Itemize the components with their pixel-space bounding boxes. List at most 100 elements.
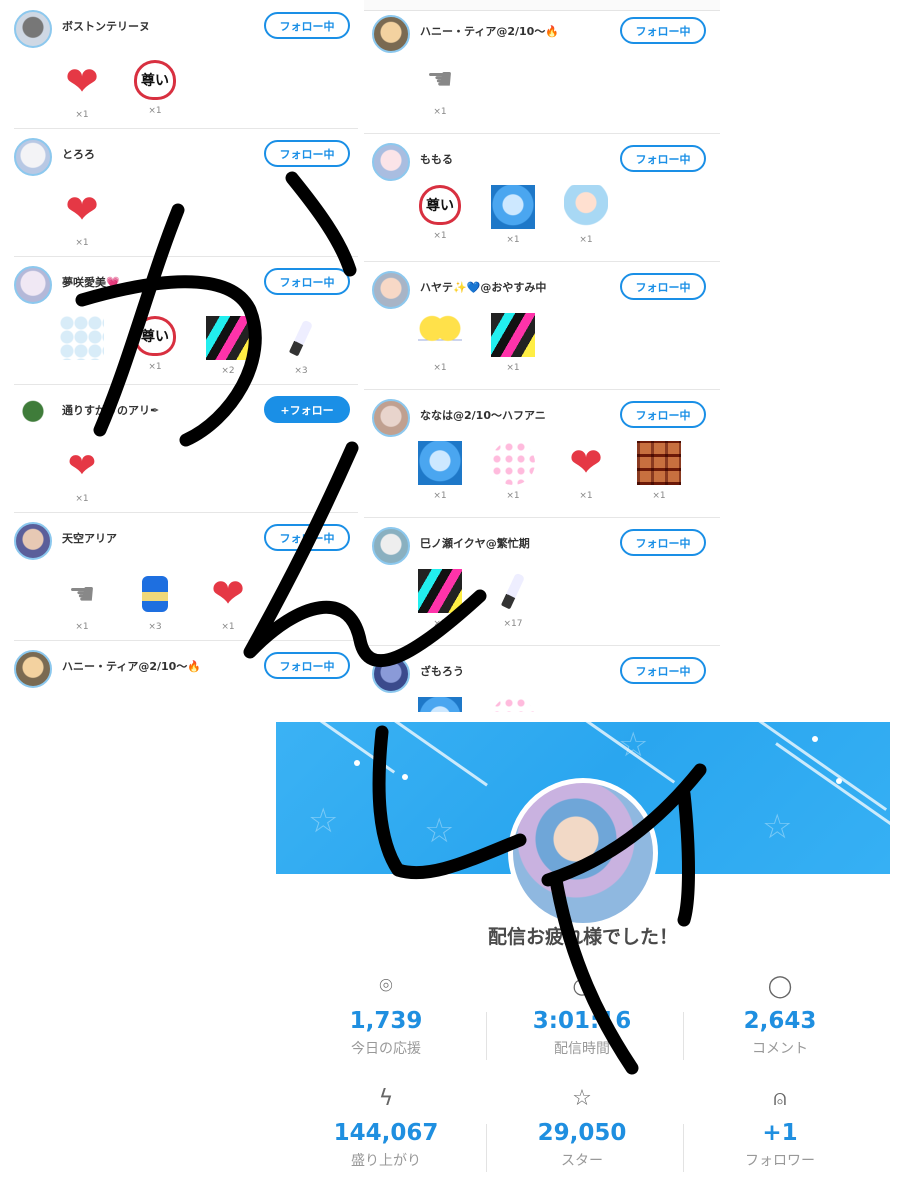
stat-label: 盛り上がり [351, 1153, 421, 1169]
gift-count: ×1 [221, 622, 235, 632]
gift-count: ×1 [506, 363, 520, 373]
gift-count: ×1 [433, 363, 447, 373]
user-avatar[interactable] [14, 522, 52, 560]
stat-divider [486, 1124, 487, 1172]
gift-count: ×3 [294, 366, 308, 376]
user-avatar[interactable] [372, 399, 410, 437]
gift-item: ×3 [131, 572, 179, 632]
gift-item: 尊い ×1 [416, 185, 464, 241]
user-row: ハニー・ティア@2/10〜🔥 フォロー中 [14, 640, 358, 700]
gift-count: ×1 [433, 619, 447, 629]
glitter-gift-icon [491, 697, 535, 712]
following-button[interactable]: フォロー中 [620, 17, 706, 44]
user-avatar[interactable] [14, 266, 52, 304]
lightstick-gift-icon [279, 316, 323, 360]
user-avatar[interactable] [372, 271, 410, 309]
following-button[interactable]: フォロー中 [620, 145, 706, 172]
star-icon: ☆ [572, 1086, 592, 1111]
user-avatar[interactable] [14, 138, 52, 176]
user-name[interactable]: 通りすがりのアリ✒ [62, 402, 159, 418]
following-button[interactable]: フォロー中 [264, 524, 350, 551]
heart-cat-gift-icon: ❤ [65, 59, 99, 105]
stat-label: フォロワー [745, 1153, 815, 1169]
user-name[interactable]: 天空アリア [62, 530, 117, 546]
user-avatar[interactable] [14, 650, 52, 688]
stat-value: 2,643 [743, 1008, 817, 1034]
chara-gift-icon [564, 185, 608, 229]
ring-gift-icon [133, 572, 177, 616]
gift-item: ×1 [416, 569, 464, 629]
lightning-icon: ϟ [378, 1086, 394, 1111]
following-button[interactable]: フォロー中 [620, 401, 706, 428]
following-button[interactable]: フォロー中 [264, 268, 350, 295]
gift-item: ×1 [416, 313, 464, 373]
gift-item: 尊い ×1 [131, 60, 179, 116]
user-name[interactable]: ざもろう [420, 663, 464, 679]
gift-item: ×17 [489, 569, 537, 629]
user-avatar[interactable] [372, 15, 410, 53]
gift-count: ×1 [506, 491, 520, 501]
user-row: 巳ノ瀬イクヤ@繁忙期 フォロー中 ×1 ×17 [364, 517, 720, 646]
user-avatar[interactable] [14, 10, 52, 48]
stat-divider [683, 1124, 684, 1172]
user-name[interactable]: ハニー・ティア@2/10〜🔥 [62, 658, 201, 674]
petals-gift-icon [60, 316, 104, 360]
user-avatar[interactable] [372, 655, 410, 693]
user-name[interactable]: ななは@2/10〜ハフアニ [420, 407, 546, 423]
gift-item: ×1 [562, 185, 610, 245]
gift-count: ×17 [503, 619, 523, 629]
user-name[interactable]: ハヤテ✨💙@おやすみ中 [420, 279, 546, 295]
gift-item: ×1 [416, 441, 464, 501]
heart-cat-gift-icon: ❤ [569, 440, 603, 486]
gift-item: ❤ ×1 [58, 188, 106, 248]
stat-label: 配信時間 [554, 1041, 610, 1057]
toutoi-gift-icon: 尊い [134, 60, 176, 100]
gift-count: ×1 [75, 238, 89, 248]
stream-finished-message: 配信お疲れ様でした！ [487, 926, 678, 948]
flame-icon: ⌾ [379, 974, 393, 999]
user-name[interactable]: とろろ [62, 146, 95, 162]
gift-item: ❤ ×1 [58, 444, 106, 504]
stat-lightning: ϟ 144,067 盛り上がり [296, 1084, 476, 1170]
comment-icon: ◯ [767, 974, 793, 999]
following-button[interactable]: フォロー中 [264, 12, 350, 39]
gift-count: ×1 [579, 235, 593, 245]
daisuki-gift-icon: ❤ [67, 446, 97, 486]
following-button[interactable]: フォロー中 [264, 652, 350, 679]
right-gift-list-panel: ハニー・ティア@2/10〜🔥 フォロー中 ☚ ×1 ももる フォロー中 尊い ×1 ×1 ×1 ハヤ… [364, 0, 720, 712]
gift-count: ×1 [433, 491, 447, 501]
gift-count: ×1 [433, 107, 447, 117]
following-button[interactable]: フォロー中 [264, 140, 350, 167]
user-row: ボストンテリーヌ フォロー中 ❤ ×1 尊い ×1 [14, 0, 358, 129]
gift-count: ×3 [148, 622, 162, 632]
user-name[interactable]: 夢咲愛美💗 [62, 274, 120, 290]
user-name[interactable]: ハニー・ティア@2/10〜🔥 [420, 23, 559, 39]
gift-item: ❤ ×1 [204, 572, 252, 632]
follow-button[interactable]: +フォロー [264, 396, 350, 423]
user-name[interactable]: 巳ノ瀬イクヤ@繁忙期 [420, 535, 530, 551]
user-avatar[interactable] [372, 527, 410, 565]
left-gift-list-panel: ボストンテリーヌ フォロー中 ❤ ×1 尊い ×1 とろろ フォロー中 ❤ ×1 夢咲愛美💗 フォロー… [14, 0, 358, 700]
following-button[interactable]: フォロー中 [620, 273, 706, 300]
gift-item: ☚ ×1 [58, 572, 106, 633]
user-avatar[interactable] [372, 143, 410, 181]
following-button[interactable]: フォロー中 [620, 657, 706, 684]
hand-gift-icon: ☚ [68, 576, 96, 612]
gift-count: ×1 [433, 231, 447, 241]
user-name[interactable]: ももる [420, 151, 453, 167]
user-name[interactable]: ボストンテリーヌ [62, 18, 150, 34]
gift-count: ×1 [75, 110, 89, 120]
gift-item: ×3 [277, 316, 325, 376]
gift-count: ×1 [75, 494, 89, 504]
stat-value: +1 [762, 1120, 798, 1146]
glitter-gift-icon [491, 441, 535, 485]
stat-value: 1,739 [349, 1008, 423, 1034]
gift-item: ×2 [204, 316, 252, 376]
user-avatar[interactable] [14, 394, 52, 432]
following-button[interactable]: フォロー中 [620, 529, 706, 556]
streamer-avatar[interactable] [508, 778, 658, 928]
gift-count: ×1 [148, 106, 162, 116]
heart-cat-gift-icon: ❤ [65, 187, 99, 233]
spot-gift-icon [491, 313, 535, 357]
balloons-gift-icon [418, 313, 462, 357]
